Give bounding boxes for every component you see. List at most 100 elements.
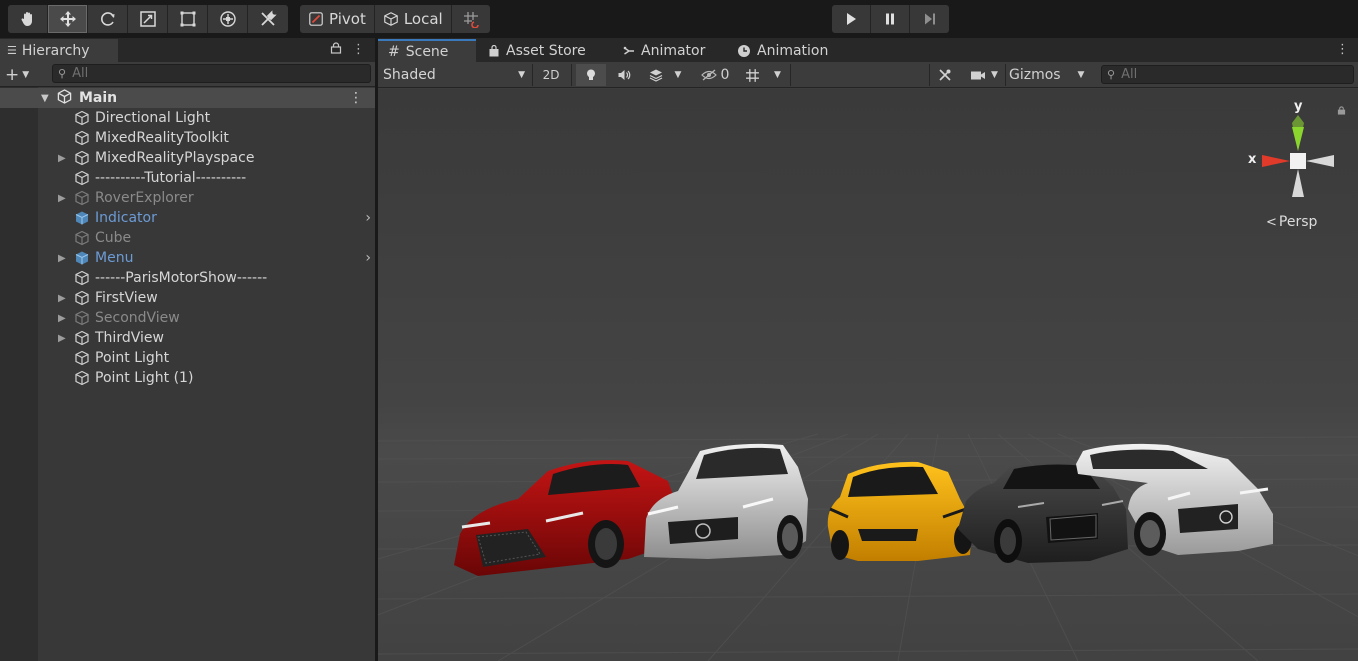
step-icon [924, 13, 935, 25]
tab-animation[interactable]: Animation [727, 39, 828, 62]
mode-2d-toggle[interactable]: 2D [536, 64, 566, 86]
pivot-icon [309, 12, 323, 26]
chevron-right-icon[interactable]: › [365, 210, 371, 226]
hierarchy-tab-label: Hierarchy [21, 42, 90, 59]
local-cube-icon [384, 12, 398, 26]
scene-header-main[interactable]: ▼ Main ⋮ [0, 88, 375, 108]
tools-toggle[interactable] [932, 64, 958, 86]
hand-icon [21, 12, 32, 26]
hierarchy-gutter [0, 87, 38, 661]
projection-toggle[interactable]: < Persp [1266, 214, 1317, 230]
effects-dropdown[interactable]: ▼ [642, 64, 688, 86]
shading-mode-dropdown[interactable]: Shaded ▼ [383, 65, 525, 85]
camera-dropdown[interactable]: ▼ [964, 64, 1004, 86]
grid-snap-button[interactable] [451, 5, 490, 33]
grid-visibility-dropdown[interactable]: ▼ [738, 64, 788, 86]
tab-asset-store[interactable]: Asset Store [478, 39, 586, 62]
hierarchy-item-firstview[interactable]: ▶ FirstView [38, 288, 375, 308]
scene-more-options-icon[interactable]: ⋮ [1336, 42, 1349, 57]
layers-icon [649, 69, 662, 82]
hierarchy-search-input[interactable]: ⚲ All [52, 64, 371, 83]
tab-hierarchy[interactable]: ☰ Hierarchy [0, 39, 118, 62]
grid-snap-icon [463, 12, 479, 28]
expand-arrow-icon[interactable]: ▼ [41, 93, 49, 104]
scene-search-placeholder: All [1121, 67, 1138, 82]
hierarchy-tab-actions: ⋮ [330, 42, 365, 58]
hierarchy-item-tutorial-separator[interactable]: ----------Tutorial---------- [38, 168, 375, 188]
toolbar-divider [790, 64, 791, 86]
hierarchy-item-label: RoverExplorer [95, 190, 194, 206]
rect-tool-button[interactable] [168, 5, 208, 33]
hierarchy-item-parismotorshow-separator[interactable]: ------ParisMotorShow------ [38, 268, 375, 288]
scale-tool-button[interactable] [128, 5, 168, 33]
prefab-cube-icon [75, 211, 89, 225]
play-button[interactable] [832, 5, 871, 33]
transform-tool-button[interactable] [208, 5, 248, 33]
expand-arrow-icon[interactable]: ▶ [58, 333, 66, 344]
scene-more-icon[interactable]: ⋮ [349, 90, 363, 106]
tab-scene[interactable]: # Scene [378, 39, 476, 62]
search-icon: ⚲ [58, 67, 67, 80]
hierarchy-item-label: Point Light [95, 350, 170, 366]
lighting-toggle[interactable] [576, 64, 606, 86]
hierarchy-item-mixedrealitytoolkit[interactable]: MixedRealityToolkit [38, 128, 375, 148]
pivot-toggle[interactable]: Pivot [300, 5, 375, 33]
hierarchy-item-label: Directional Light [95, 110, 211, 126]
tab-animation-label: Animation [757, 42, 829, 59]
toolbar-divider [929, 64, 930, 86]
hierarchy-item-point-light[interactable]: Point Light [38, 348, 375, 368]
create-dropdown[interactable]: + ▼ [5, 65, 29, 85]
expand-arrow-icon[interactable]: ▶ [58, 313, 66, 324]
hierarchy-item-indicator[interactable]: Indicator › [38, 208, 375, 228]
gameobject-cube-icon [75, 350, 89, 366]
expand-arrow-icon[interactable]: ▶ [58, 153, 66, 164]
hierarchy-tab-bar: ☰ Hierarchy ⋮ [0, 38, 375, 62]
main-toolbar: Pivot Local [0, 0, 1358, 38]
scale-icon [139, 11, 156, 27]
hierarchy-item-secondview[interactable]: ▶ SecondView [38, 308, 375, 328]
expand-arrow-icon[interactable]: ▶ [58, 293, 66, 304]
more-options-icon[interactable]: ⋮ [352, 42, 365, 58]
local-toggle[interactable]: Local [374, 5, 452, 33]
gizmos-options-dropdown[interactable]: ▼ [1070, 64, 1092, 86]
tools-icon [939, 69, 951, 81]
rect-transform-icon [180, 11, 195, 27]
rotate-tool-button[interactable] [88, 5, 128, 33]
gizmos-dropdown[interactable]: Gizmos [1009, 64, 1069, 86]
expand-arrow-icon[interactable]: ▶ [58, 253, 66, 264]
hierarchy-item-mixedrealityplayspace[interactable]: ▶ MixedRealityPlayspace [38, 148, 375, 168]
hierarchy-item-thirdview[interactable]: ▶ ThirdView [38, 328, 375, 348]
caret-down-icon: ▼ [518, 70, 525, 80]
animator-icon [623, 46, 634, 55]
scene-view-panel: # Scene Asset Store Animator Animation ⋮… [378, 38, 1358, 661]
lock-icon[interactable] [330, 42, 342, 58]
hierarchy-item-label: SecondView [95, 310, 180, 326]
hand-tool-button[interactable] [8, 5, 48, 33]
play-icon [847, 13, 856, 25]
hierarchy-item-label: Indicator [95, 210, 157, 226]
hierarchy-item-cube[interactable]: Cube [38, 228, 375, 248]
orientation-gizmo[interactable]: y x < Persp [1240, 99, 1350, 230]
custom-tool-button[interactable] [248, 5, 288, 33]
step-button[interactable] [910, 5, 949, 33]
audio-toggle[interactable] [610, 64, 638, 86]
hierarchy-item-point-light-1[interactable]: Point Light (1) [38, 368, 375, 388]
tab-animator[interactable]: Animator [613, 39, 705, 62]
scene-viewport[interactable]: y x < Persp [378, 89, 1358, 661]
chevron-right-icon[interactable]: › [365, 250, 371, 266]
scene-visibility-toggle[interactable]: 0 [696, 64, 734, 86]
hierarchy-item-label: Point Light (1) [95, 370, 194, 386]
scene-search-input[interactable]: ⚲ All [1101, 65, 1354, 84]
play-controls [832, 5, 949, 33]
caret-down-icon: ▼ [22, 70, 30, 80]
scene-toolbar: Shaded ▼ 2D ▼ 0 ▼ ▼ Gizmos ▼ ⚲ All [378, 62, 1358, 88]
expand-arrow-icon[interactable]: ▶ [58, 193, 66, 204]
move-tool-button[interactable] [48, 5, 88, 33]
pause-button[interactable] [871, 5, 910, 33]
hierarchy-item-roverexplorer[interactable]: ▶ RoverExplorer [38, 188, 375, 208]
hidden-object-count: 0 [720, 67, 730, 83]
gizmo-lock-icon[interactable] [1337, 104, 1346, 119]
hierarchy-item-directional-light[interactable]: Directional Light [38, 108, 375, 128]
hierarchy-item-menu[interactable]: ▶ Menu › [38, 248, 375, 268]
caret-down-icon: ▼ [774, 70, 781, 80]
